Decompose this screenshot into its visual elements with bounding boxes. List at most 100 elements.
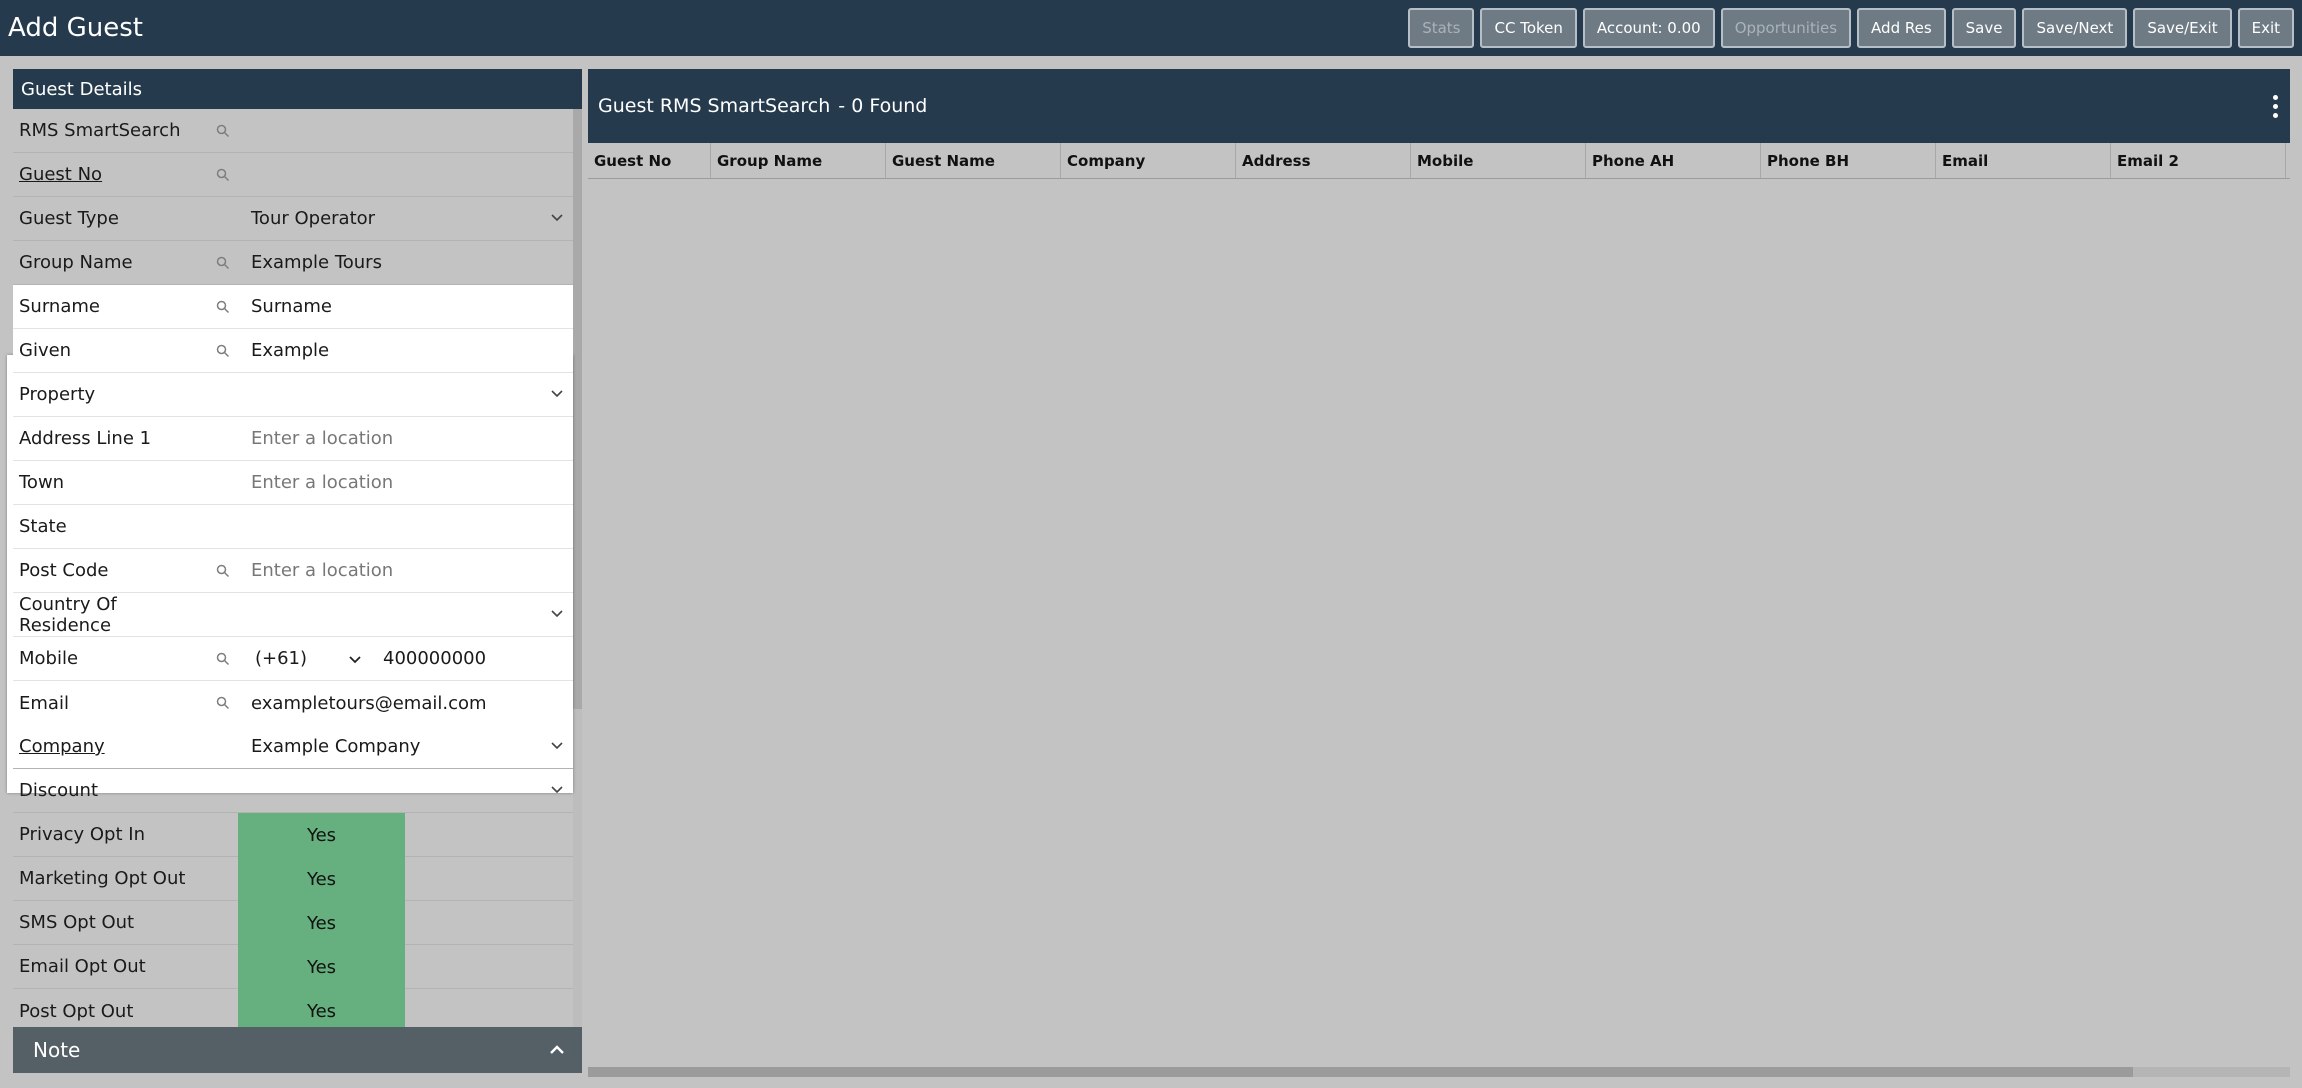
discount-row[interactable]: Discount xyxy=(13,769,573,813)
column-address[interactable]: Address xyxy=(1236,143,1411,178)
opportunities-button[interactable]: Opportunities xyxy=(1720,8,1852,48)
surname-row[interactable]: Surname Surname xyxy=(13,285,573,329)
chevron-down-icon[interactable] xyxy=(549,209,565,225)
post-opt-out-label: Post Opt Out xyxy=(19,1000,134,1022)
email-opt-out-toggle[interactable]: Yes xyxy=(238,945,405,989)
search-icon xyxy=(213,652,233,666)
kebab-menu-icon[interactable] xyxy=(2273,94,2278,118)
chevron-down-icon[interactable] xyxy=(549,737,565,753)
search-icon xyxy=(213,564,233,578)
smartsearch-label: RMS SmartSearch xyxy=(19,120,181,141)
email-label: Email xyxy=(19,692,69,714)
mobile-country-code-select[interactable]: (+61) xyxy=(233,648,347,669)
group-name-row[interactable]: Group Name Example Tours xyxy=(13,241,573,285)
save-next-button[interactable]: Save/Next xyxy=(2022,8,2128,48)
post-code-input[interactable]: Enter a location xyxy=(233,560,573,581)
given-row[interactable]: Given Example xyxy=(13,329,573,373)
privacy-opt-in-toggle[interactable]: Yes xyxy=(238,813,405,857)
sms-opt-out-toggle[interactable]: Yes xyxy=(238,901,405,945)
chevron-up-icon xyxy=(550,1045,564,1054)
smartsearch-header: Guest RMS SmartSearch - 0 Found xyxy=(588,69,2290,143)
post-code-row[interactable]: Post Code Enter a location xyxy=(13,549,573,593)
search-icon xyxy=(213,300,233,314)
town-input[interactable]: Enter a location xyxy=(233,472,573,493)
note-section-toggle[interactable]: Note xyxy=(13,1027,582,1073)
chevron-down-icon[interactable] xyxy=(549,781,565,797)
column-phone-bh[interactable]: Phone BH xyxy=(1761,143,1936,178)
email-input[interactable]: exampletours@email.com xyxy=(233,693,573,714)
address-line-1-row[interactable]: Address Line 1 Enter a location xyxy=(13,417,573,461)
privacy-opt-in-row: Privacy Opt In Yes xyxy=(13,813,573,857)
cc-token-button[interactable]: CC Token xyxy=(1480,8,1577,48)
note-label: Note xyxy=(33,1038,81,1062)
save-button[interactable]: Save xyxy=(1951,8,2017,48)
town-label: Town xyxy=(19,472,65,493)
save-exit-button[interactable]: Save/Exit xyxy=(2133,8,2232,48)
discount-label: Discount xyxy=(19,780,99,801)
column-mobile[interactable]: Mobile xyxy=(1411,143,1586,178)
stats-button[interactable]: Stats xyxy=(1408,8,1475,48)
search-icon xyxy=(213,168,233,182)
column-company[interactable]: Company xyxy=(1061,143,1236,178)
guest-no-row[interactable]: Guest No xyxy=(13,153,573,197)
surname-input[interactable]: Surname xyxy=(233,296,573,317)
sms-opt-out-row: SMS Opt Out Yes xyxy=(13,901,573,945)
results-grid-header: Guest No Group Name Guest Name Company A… xyxy=(588,143,2290,179)
mobile-row[interactable]: Mobile (+61) 400000000 xyxy=(13,637,573,681)
company-select[interactable]: Example Company xyxy=(233,736,573,757)
smartsearch-title: Guest RMS SmartSearch xyxy=(598,95,831,117)
mobile-label: Mobile xyxy=(19,648,79,669)
search-icon xyxy=(213,344,233,358)
state-row[interactable]: State xyxy=(13,505,573,549)
mobile-number-input[interactable]: 400000000 xyxy=(363,648,486,669)
chevron-down-icon[interactable] xyxy=(549,605,565,621)
marketing-opt-out-toggle[interactable]: Yes xyxy=(238,857,405,901)
exit-button[interactable]: Exit xyxy=(2237,8,2294,48)
country-label: Country Of Residence xyxy=(19,593,117,636)
sms-opt-out-label: SMS Opt Out xyxy=(19,912,135,933)
town-row[interactable]: Town Enter a location xyxy=(13,461,573,505)
property-label: Property xyxy=(19,384,96,405)
scrollbar-thumb[interactable] xyxy=(573,109,582,709)
window-title: Add Guest xyxy=(8,13,143,43)
guest-type-row[interactable]: Guest Type Tour Operator xyxy=(13,197,573,241)
guest-no-label[interactable]: Guest No xyxy=(13,164,213,185)
search-icon xyxy=(213,124,233,138)
smartsearch-panel: Guest RMS SmartSearch - 0 Found Guest No… xyxy=(588,69,2290,1077)
email-row[interactable]: Email exampletours@email.com xyxy=(13,681,573,725)
company-label[interactable]: Company xyxy=(13,736,213,757)
column-email[interactable]: Email xyxy=(1936,143,2111,178)
email-opt-out-row: Email Opt Out Yes xyxy=(13,945,573,989)
marketing-opt-out-row: Marketing Opt Out Yes xyxy=(13,857,573,901)
search-icon xyxy=(213,696,233,710)
address-line-1-input[interactable]: Enter a location xyxy=(233,428,573,449)
chevron-down-icon[interactable] xyxy=(347,651,363,667)
guest-details-panel: Guest Details RMS SmartSearch Guest No G… xyxy=(7,69,582,1074)
guest-fields: RMS SmartSearch Guest No Guest Type Tour… xyxy=(7,109,573,1033)
given-input[interactable]: Example xyxy=(233,340,573,361)
property-row[interactable]: Property xyxy=(13,373,573,417)
guest-type-select[interactable]: Tour Operator xyxy=(233,208,573,229)
country-row[interactable]: Country Of Residence xyxy=(13,593,573,637)
group-name-input[interactable]: Example Tours xyxy=(233,252,573,273)
column-guest-no[interactable]: Guest No xyxy=(588,143,711,178)
smartsearch-row[interactable]: RMS SmartSearch xyxy=(13,109,573,153)
horizontal-scrollbar[interactable] xyxy=(588,1067,2290,1077)
column-email-2[interactable]: Email 2 xyxy=(2111,143,2286,178)
group-name-label: Group Name xyxy=(19,252,133,273)
address-line-1-label: Address Line 1 xyxy=(19,428,152,449)
top-bar: Add Guest Stats CC Token Account: 0.00 O… xyxy=(0,0,2302,56)
company-row[interactable]: Company Example Company xyxy=(13,725,573,769)
toolbar: Stats CC Token Account: 0.00 Opportuniti… xyxy=(1408,8,2302,48)
guest-details-header: Guest Details xyxy=(13,69,582,109)
search-icon xyxy=(213,256,233,270)
horizontal-scrollbar-thumb[interactable] xyxy=(588,1067,2133,1077)
surname-label: Surname xyxy=(19,296,100,317)
privacy-opt-in-label: Privacy Opt In xyxy=(19,824,145,845)
account-button[interactable]: Account: 0.00 xyxy=(1582,8,1715,48)
chevron-down-icon[interactable] xyxy=(549,385,565,401)
column-guest-name[interactable]: Guest Name xyxy=(886,143,1061,178)
column-group-name[interactable]: Group Name xyxy=(711,143,886,178)
column-phone-ah[interactable]: Phone AH xyxy=(1586,143,1761,178)
add-res-button[interactable]: Add Res xyxy=(1857,8,1946,48)
